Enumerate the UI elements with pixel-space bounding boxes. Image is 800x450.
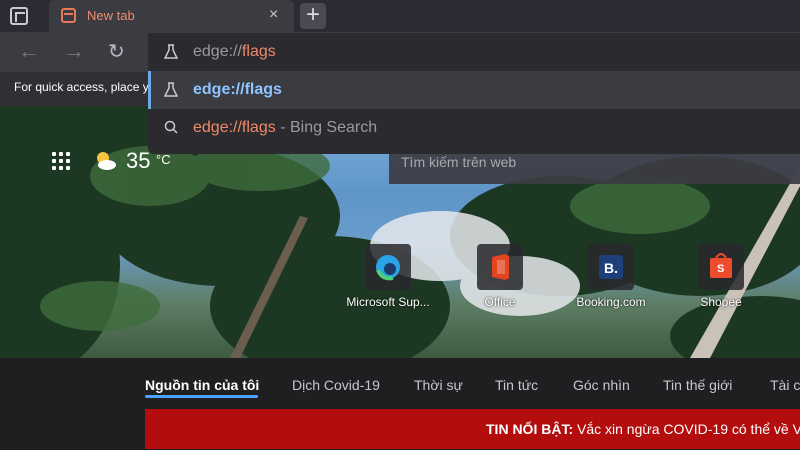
forward-button[interactable]: → (63, 40, 85, 62)
suggestion-bing-search[interactable]: edge://flags - Bing Search (148, 109, 800, 147)
flask-icon (164, 44, 178, 59)
news-tab-my-feed[interactable]: Nguồn tin của tôi (145, 377, 259, 393)
new-tab-button[interactable]: + (300, 3, 326, 29)
breaking-news-label: TIN NỔI BẬT: (486, 421, 574, 437)
search-placeholder: Tìm kiếm trên web (401, 154, 517, 170)
news-tab-current-affairs[interactable]: Thời sự (414, 377, 463, 393)
suggestion-text: edge://flags (193, 81, 282, 98)
suggestion-text: edge://flags - Bing Search (193, 119, 377, 137)
back-button[interactable]: ← (18, 40, 40, 62)
quick-link-microsoft-support[interactable]: Microsoft Sup... (338, 244, 438, 309)
quick-link-label: Shopee (700, 295, 742, 309)
quick-link-shopee[interactable]: S Shopee (671, 244, 771, 309)
shopee-icon: S (698, 244, 744, 290)
quick-link-label: Booking.com (576, 295, 646, 309)
apps-launcher-icon[interactable] (52, 152, 70, 170)
quick-link-office[interactable]: Office (450, 244, 550, 309)
quick-link-label: Microsoft Sup... (346, 295, 430, 309)
flask-icon (164, 82, 178, 97)
quick-link-label: Office (484, 295, 516, 309)
active-tab-indicator (145, 395, 258, 398)
favorites-bar-hint: For quick access, place y (14, 80, 149, 94)
tab-close-icon[interactable]: × (269, 6, 278, 24)
suggestion-source: - Bing Search (280, 119, 378, 136)
booking-icon: B. (588, 244, 634, 290)
partly-sunny-icon (97, 152, 116, 170)
weather-unit: °C (156, 152, 171, 167)
edge-icon (365, 244, 411, 290)
tab-new-tab[interactable]: New tab × (49, 0, 294, 32)
browser-window: New tab × + ← → ↻ For quick access, plac… (0, 0, 800, 450)
news-tab-world[interactable]: Tin thế giới (663, 377, 732, 393)
svg-text:S: S (717, 263, 724, 275)
breaking-news-text: TIN NỔI BẬT: Vắc xin ngừa COVID-19 có th… (486, 421, 800, 437)
news-tab-finance[interactable]: Tài c (770, 377, 800, 393)
address-bar-input[interactable]: edge://flags (148, 33, 800, 71)
tab-strip: New tab × + (0, 0, 800, 32)
suggestion-query: edge://flags (193, 119, 276, 136)
breaking-news-banner[interactable]: TIN NỔI BẬT: Vắc xin ngừa COVID-19 có th… (145, 409, 800, 449)
quick-link-booking[interactable]: B. Booking.com (561, 244, 661, 309)
address-typed: flags (241, 43, 276, 60)
news-tab-news[interactable]: Tin tức (495, 377, 538, 393)
news-tab-perspective[interactable]: Góc nhìn (573, 377, 630, 393)
address-bar-dropdown: edge://flags edge://flags edge://flags -… (148, 33, 800, 154)
breaking-news-headline: Vắc xin ngừa COVID-19 có thể về V (577, 421, 800, 437)
weather-temperature[interactable]: 35 (126, 148, 150, 174)
svg-text:B.: B. (604, 260, 618, 276)
new-tab-favicon-icon (61, 8, 76, 23)
news-bar: Nguồn tin của tôi Dịch Covid-19 Thời sự … (0, 358, 800, 450)
news-tab-covid[interactable]: Dịch Covid-19 (292, 377, 380, 393)
tab-actions-icon[interactable] (10, 7, 28, 25)
office-icon (477, 244, 523, 290)
suggestion-edge-flags[interactable]: edge://flags (148, 71, 800, 109)
tab-title: New tab (87, 8, 135, 23)
address-prefix: edge:// (193, 43, 242, 60)
address-bar-text: edge://flags (193, 43, 276, 61)
search-icon (164, 120, 178, 134)
refresh-button[interactable]: ↻ (108, 39, 125, 64)
